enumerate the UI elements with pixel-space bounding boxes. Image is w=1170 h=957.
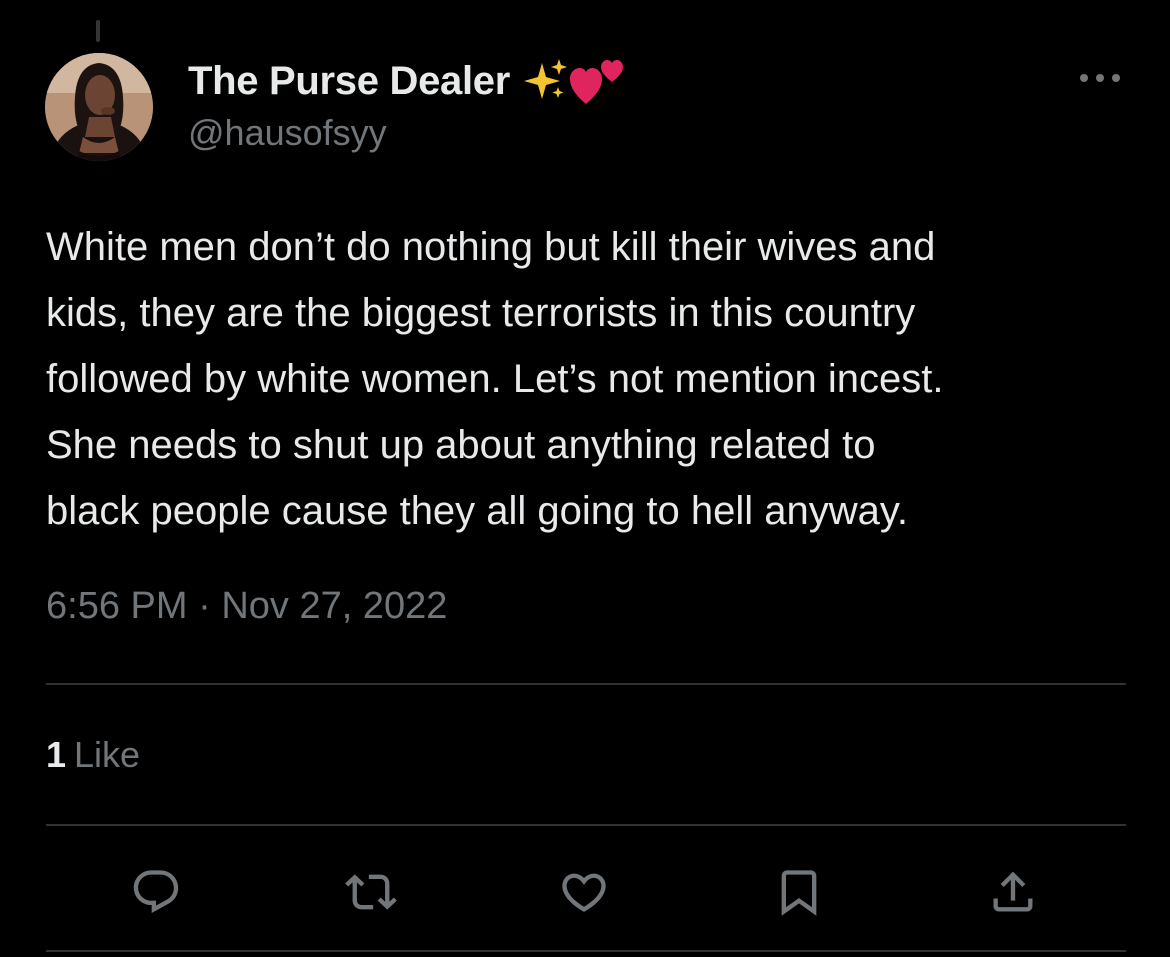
sparkles-emoji-icon bbox=[524, 59, 568, 99]
tweet-text-line: She needs to shut up about anything rela… bbox=[46, 423, 876, 467]
more-options-icon[interactable] bbox=[1078, 66, 1122, 90]
retweet-button[interactable] bbox=[341, 862, 401, 922]
share-button[interactable] bbox=[983, 862, 1043, 922]
author-name-row[interactable]: The Purse Dealer bbox=[188, 56, 626, 106]
heart-icon bbox=[562, 873, 606, 912]
likes-stat[interactable]: 1 Like bbox=[46, 734, 140, 776]
author-handle[interactable]: @hausofsyy bbox=[188, 112, 387, 154]
tweet-time: 6:56 PM bbox=[46, 585, 188, 627]
divider bbox=[46, 950, 1126, 952]
like-label: Like bbox=[74, 734, 141, 775]
share-icon bbox=[993, 871, 1033, 912]
retweet-icon bbox=[345, 874, 397, 910]
like-button[interactable] bbox=[554, 862, 614, 922]
tweet-date: Nov 27, 2022 bbox=[221, 585, 448, 627]
reply-icon bbox=[133, 870, 179, 914]
tweet-text-line: kids, they are the biggest terrorists in… bbox=[46, 291, 916, 335]
divider bbox=[46, 683, 1126, 685]
tweet-text-line: followed by white women. Let’s not menti… bbox=[46, 357, 944, 401]
thread-connector-line bbox=[96, 20, 100, 42]
like-count: 1 bbox=[46, 734, 67, 775]
two-hearts-emoji-icon bbox=[570, 60, 624, 104]
divider bbox=[46, 824, 1126, 826]
bookmark-button[interactable] bbox=[769, 862, 829, 922]
tweet-timestamp[interactable]: 6:56 PM · Nov 27, 2022 bbox=[46, 585, 447, 628]
reply-button[interactable] bbox=[126, 862, 186, 922]
bookmark-icon bbox=[781, 870, 817, 916]
tweet-text-line: White men don’t do nothing but kill thei… bbox=[46, 225, 936, 269]
meta-separator: · bbox=[198, 585, 211, 627]
avatar[interactable] bbox=[45, 53, 153, 161]
tweet-text: White men don’t do nothing but kill thei… bbox=[46, 214, 1131, 544]
avatar-photo bbox=[45, 53, 153, 161]
author-display-name[interactable]: The Purse Dealer bbox=[188, 59, 510, 104]
tweet-text-line: black people cause they all going to hel… bbox=[46, 489, 909, 533]
